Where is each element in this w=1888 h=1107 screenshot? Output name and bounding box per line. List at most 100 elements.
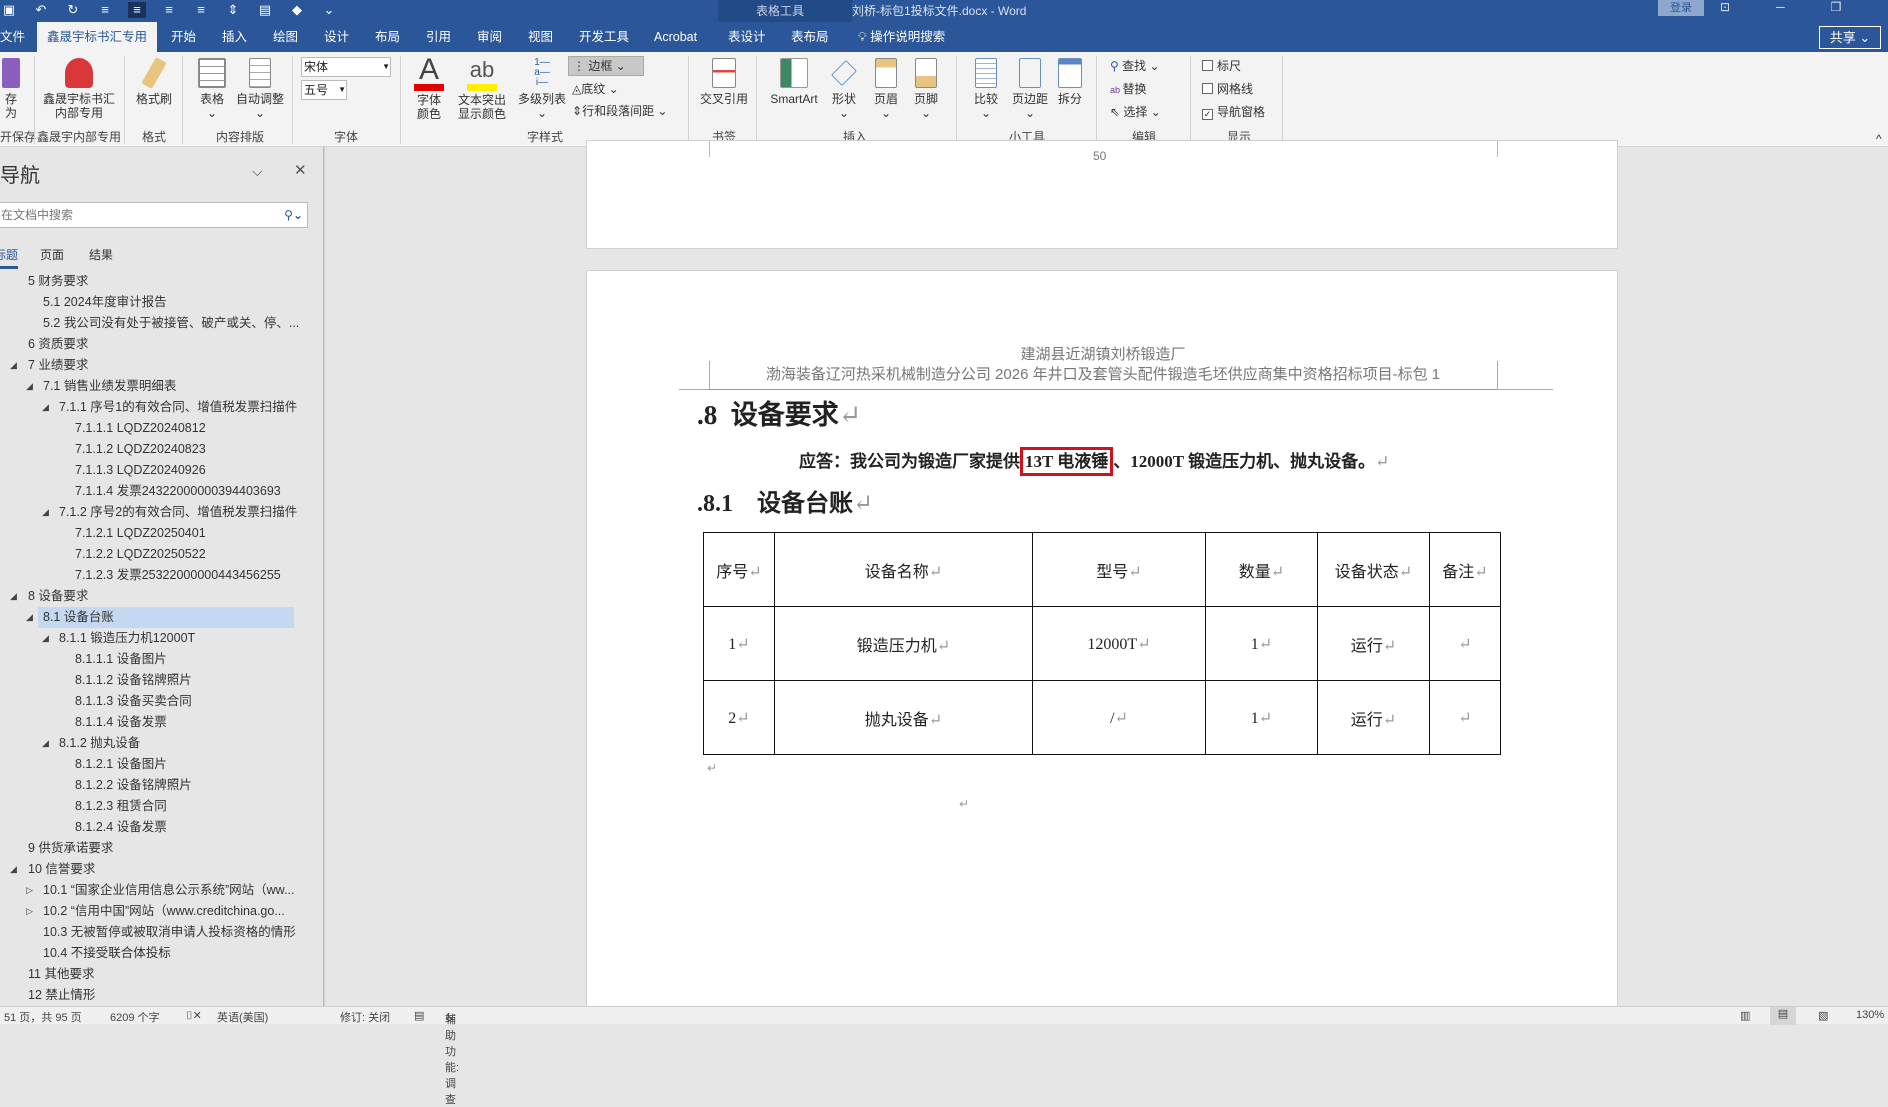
- ribbon-display-icon[interactable]: ⊡: [1720, 0, 1730, 14]
- share-button[interactable]: 共享 ⌄: [1819, 26, 1881, 49]
- nav-tab-results[interactable]: 结果: [89, 246, 113, 263]
- tab-developer[interactable]: 开发工具: [579, 22, 629, 52]
- track-changes[interactable]: 修订: 关闭: [340, 1009, 390, 1025]
- table-cell[interactable]: 运行↵: [1317, 680, 1430, 755]
- table-button[interactable]: 表格 ⌄: [190, 58, 234, 120]
- shape-button[interactable]: 形状 ⌄: [826, 58, 862, 120]
- table-cell[interactable]: 12000T↵: [1032, 606, 1206, 681]
- tab-xsy[interactable]: 鑫晟宇标书汇专用: [37, 22, 157, 52]
- table-cell[interactable]: 抛丸设备↵: [774, 680, 1033, 755]
- xsy-button[interactable]: 鑫晟宇标书汇内部专用: [42, 58, 116, 120]
- highlighted-text[interactable]: 13T 电液锤: [1020, 447, 1114, 476]
- nav-heading-item[interactable]: 8.1 设备台账: [43, 607, 114, 628]
- nav-heading-item[interactable]: 8.1.2.3 租赁合同: [75, 796, 167, 817]
- save-icon[interactable]: ▣: [0, 2, 18, 18]
- nav-heading-item[interactable]: 10.2 “信用中国”网站（www.creditchina.go...: [43, 901, 285, 922]
- split-button[interactable]: 拆分: [1052, 58, 1088, 106]
- language[interactable]: 英语(美国): [217, 1009, 268, 1025]
- tab-acrobat[interactable]: Acrobat: [654, 22, 697, 52]
- align-right-icon[interactable]: ≡: [160, 2, 178, 18]
- header-button[interactable]: 页眉 ⌄: [868, 58, 904, 120]
- word-count[interactable]: 6209 个字: [110, 1009, 160, 1025]
- tab-file[interactable]: 文件: [0, 22, 25, 52]
- nav-heading-item[interactable]: 8.1.2.1 设备图片: [75, 754, 167, 775]
- table-cell[interactable]: 1↵: [703, 606, 775, 681]
- tab-home[interactable]: 开始: [171, 22, 196, 52]
- collapse-triangle-icon[interactable]: ◢: [42, 402, 49, 413]
- save-as-icon[interactable]: ▤: [256, 2, 274, 18]
- collapse-triangle-icon[interactable]: ◢: [26, 381, 33, 392]
- nav-heading-item[interactable]: 7.1.2.1 LQDZ20250401: [75, 523, 206, 544]
- nav-heading-item[interactable]: 10.1 “国家企业信用信息公示系统”网站（ww...: [43, 880, 294, 901]
- smartart-button[interactable]: SmartArt: [764, 58, 824, 106]
- tab-view[interactable]: 视图: [528, 22, 553, 52]
- nav-heading-item[interactable]: 8.1.1.3 设备买卖合同: [75, 691, 192, 712]
- justify-icon[interactable]: ≡: [192, 2, 210, 18]
- nav-scrollbar[interactable]: [323, 147, 324, 1006]
- expand-triangle-icon[interactable]: ▷: [26, 906, 33, 917]
- format-painter-button[interactable]: 格式刷: [130, 57, 178, 106]
- nav-heading-item[interactable]: 8.1.2.4 设备发票: [75, 817, 167, 838]
- nav-heading-item[interactable]: 8.1.1.1 设备图片: [75, 649, 167, 670]
- nav-heading-item[interactable]: 5.1 2024年度审计报告: [43, 292, 167, 313]
- highlight-button[interactable]: ab 文本突出显示颜色: [452, 56, 512, 121]
- restore-icon[interactable]: ❐: [1831, 0, 1842, 14]
- compare-button[interactable]: 比较 ⌄: [964, 58, 1008, 120]
- web-layout-icon[interactable]: ▧: [1818, 1009, 1828, 1022]
- redo-icon[interactable]: ↻: [64, 2, 82, 18]
- login-button[interactable]: 登录: [1658, 0, 1704, 16]
- customize-icon[interactable]: ⌄: [320, 2, 338, 18]
- minimize-icon[interactable]: ─: [1776, 0, 1785, 14]
- nav-heading-item[interactable]: 7.1.1.4 发票24322000000394403693: [75, 481, 281, 502]
- nav-options-chevron-icon[interactable]: ⌵: [252, 163, 263, 180]
- nav-tab-pages[interactable]: 页面: [40, 246, 64, 263]
- save-as-button[interactable]: 存为: [0, 58, 22, 120]
- find-button[interactable]: ⚲ 查找 ⌄: [1110, 59, 1160, 73]
- tab-references[interactable]: 引用: [426, 22, 451, 52]
- read-mode-icon[interactable]: ▥: [1740, 1009, 1750, 1022]
- proofing-icon[interactable]: ⌷✕: [186, 1009, 202, 1023]
- ruler-checkbox[interactable]: 标尺: [1202, 59, 1241, 73]
- border-button[interactable]: ⋮ 边框 ⌄: [568, 56, 644, 76]
- collapse-triangle-icon[interactable]: ◢: [42, 633, 49, 644]
- tab-insert[interactable]: 插入: [222, 22, 247, 52]
- nav-heading-item[interactable]: 11 其他要求: [28, 964, 94, 985]
- nav-heading-item[interactable]: 10 信誉要求: [28, 859, 95, 880]
- expand-triangle-icon[interactable]: ▷: [26, 885, 33, 896]
- table-cell[interactable]: 2↵: [703, 680, 775, 755]
- font-name-select[interactable]: 宋体 ▼: [301, 57, 391, 77]
- nav-heading-item[interactable]: 10.3 无被暂停或被取消申请人投标资格的情形: [43, 922, 296, 943]
- table-header-cell[interactable]: 序号↵: [703, 532, 775, 607]
- nav-heading-item[interactable]: 8.1.1 锻造压力机12000T: [59, 628, 195, 649]
- tab-review[interactable]: 审阅: [477, 22, 502, 52]
- nav-close-icon[interactable]: ✕: [294, 161, 307, 179]
- nav-heading-item[interactable]: 5.2 我公司没有处于被接管、破产或关、停、...: [43, 313, 299, 334]
- zoom-level[interactable]: 130%: [1856, 1009, 1884, 1021]
- table-header-cell[interactable]: 设备名称↵: [774, 532, 1033, 607]
- tab-table-design[interactable]: 表设计: [728, 22, 766, 52]
- align-left-icon[interactable]: ≡: [96, 2, 114, 18]
- nav-heading-item[interactable]: 8.1.2 抛丸设备: [59, 733, 140, 754]
- select-button[interactable]: ⇖ 选择 ⌄: [1110, 105, 1161, 119]
- equipment-table[interactable]: 序号↵ 设备名称↵ 型号↵ 数量↵ 设备状态↵ 备注↵ 1↵ 锻造压力机↵ 12…: [703, 532, 1501, 755]
- nav-heading-item[interactable]: 7 业绩要求: [28, 355, 88, 376]
- tab-design[interactable]: 设计: [324, 22, 349, 52]
- nav-heading-item[interactable]: 7.1.2.3 发票25322000000443456255: [75, 565, 281, 586]
- table-header-cell[interactable]: 型号↵: [1032, 532, 1206, 607]
- gridlines-checkbox[interactable]: 网格线: [1202, 82, 1253, 96]
- collapse-triangle-icon[interactable]: ◢: [42, 507, 49, 518]
- footer-button[interactable]: 页脚 ⌄: [908, 58, 944, 120]
- nav-heading-item[interactable]: 9 供货承诺要求: [28, 838, 113, 859]
- nav-heading-item[interactable]: 10.4 不接受联合体投标: [43, 943, 171, 964]
- nav-heading-item[interactable]: 7.1.2.2 LQDZ20250522: [75, 544, 206, 565]
- table-cell[interactable]: /↵: [1032, 680, 1206, 755]
- table-cell[interactable]: 运行↵: [1317, 606, 1430, 681]
- nav-heading-item[interactable]: 7.1.1.2 LQDZ20240823: [75, 439, 206, 460]
- font-color-button[interactable]: A 字体颜色: [408, 55, 450, 121]
- nav-heading-item[interactable]: 8.1.1.2 设备铭牌照片: [75, 670, 192, 691]
- nav-heading-item[interactable]: 7.1.2 序号2的有效合同、增值税发票扫描件: [59, 502, 297, 523]
- autofit-button[interactable]: 自动调整 ⌄: [234, 58, 286, 120]
- table-cell[interactable]: ↵: [1429, 680, 1501, 755]
- line-spacing-icon[interactable]: ⇕: [224, 2, 242, 18]
- collapse-triangle-icon[interactable]: ◢: [42, 738, 49, 749]
